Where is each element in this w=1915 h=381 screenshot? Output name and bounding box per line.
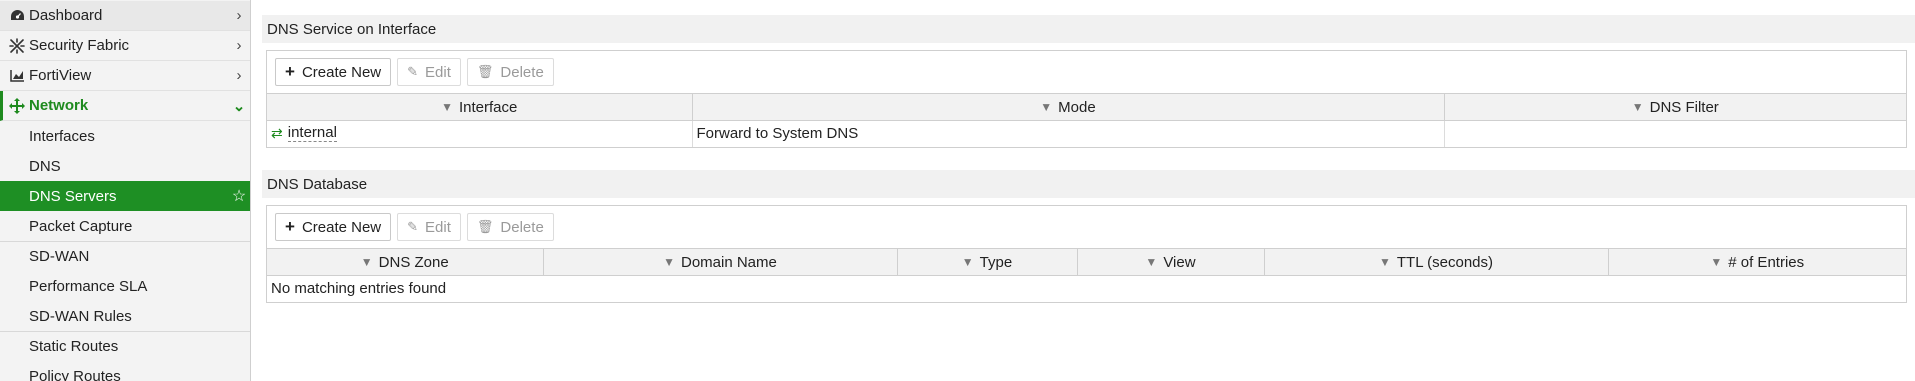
dns-service-toolbar: + Create New ✎ Edit 🗑 Delete (267, 51, 1906, 93)
chart-icon (8, 67, 26, 85)
interface-cell[interactable]: ⇄ internal (267, 120, 693, 147)
column-header-entries[interactable]: ▼ # of Entries (1608, 248, 1906, 276)
dns-filter-cell (1444, 121, 1906, 147)
edit-button[interactable]: ✎ Edit (397, 213, 461, 241)
column-header-mode[interactable]: ▼ Mode (692, 93, 1445, 121)
filter-icon[interactable]: ▼ (361, 255, 373, 269)
sidebar-item-performance-sla[interactable]: Performance SLA (0, 271, 250, 301)
table-row[interactable]: ⇄ internal Forward to System DNS (267, 120, 1906, 147)
sidebar-item-interfaces[interactable]: Interfaces (0, 121, 250, 151)
plus-icon: + (285, 62, 295, 81)
create-new-button[interactable]: + Create New (275, 58, 392, 86)
chevron-right-icon: › (236, 7, 242, 24)
dns-database-toolbar: + Create New ✎ Edit 🗑 Delete (267, 206, 1906, 248)
column-header-type[interactable]: ▼ Type (897, 248, 1078, 276)
filter-icon[interactable]: ▼ (1632, 100, 1644, 114)
delete-button[interactable]: 🗑 Delete (466, 58, 554, 86)
chevron-down-icon: ⌄ (232, 97, 246, 115)
chevron-right-icon: › (236, 37, 242, 54)
column-header-dns-filter[interactable]: ▼ DNS Filter (1444, 93, 1906, 121)
column-header-ttl[interactable]: ▼ TTL (seconds) (1264, 248, 1609, 276)
sidebar-item-dashboard[interactable]: Dashboard › (0, 1, 250, 31)
sidebar-item-network[interactable]: Network ⌄ (0, 91, 250, 121)
column-header-domain-name[interactable]: ▼ Domain Name (543, 248, 898, 276)
sidebar-item-policy-routes[interactable]: Policy Routes (0, 361, 250, 381)
dns-service-panel: + Create New ✎ Edit 🗑 Delete ▼Interface (266, 50, 1907, 148)
sidebar: Dashboard › Security Fabric › FortiView … (0, 0, 251, 381)
filter-icon[interactable]: ▼ (962, 255, 974, 269)
dns-service-table: ▼ Interface ▼ Mode ▼ DNS Filter ⇄ internal (267, 93, 1906, 147)
chevron-right-icon: › (236, 67, 242, 84)
column-header-interface[interactable]: ▼ Interface (267, 93, 693, 121)
sidebar-item-sd-wan-rules[interactable]: SD-WAN Rules (0, 301, 250, 331)
trash-icon: 🗑 (476, 219, 494, 234)
plus-icon: + (285, 217, 295, 236)
edit-button[interactable]: ✎ Edit (397, 58, 461, 86)
mode-cell: Forward to System DNS (692, 120, 1445, 147)
network-icon (8, 97, 26, 115)
trash-icon: 🗑 (476, 64, 494, 79)
filter-icon[interactable]: ▼ (1379, 255, 1391, 269)
dns-database-section-title: DNS Database (262, 170, 1915, 198)
filter-icon[interactable]: ▼ (1145, 255, 1157, 269)
dns-database-panel: + Create New ✎ Edit 🗑 Delete ▼DNS Zone (266, 205, 1907, 303)
create-new-button[interactable]: + Create New (275, 213, 392, 241)
filter-icon[interactable]: ▼ (1710, 255, 1722, 269)
sidebar-item-fortiview[interactable]: FortiView › (0, 61, 250, 91)
favorite-star-icon[interactable]: ☆ (228, 186, 250, 206)
sidebar-item-sd-wan[interactable]: SD-WAN (0, 241, 250, 271)
sidebar-item-dns-servers[interactable]: DNS Servers ☆ (0, 181, 250, 211)
sidebar-item-dns[interactable]: DNS (0, 151, 250, 181)
interface-switch-icon: ⇄ (271, 125, 283, 142)
filter-icon[interactable]: ▼ (441, 100, 453, 114)
sidebar-item-packet-capture[interactable]: Packet Capture (0, 211, 250, 241)
pencil-icon: ✎ (407, 64, 419, 79)
security-fabric-icon (8, 37, 26, 55)
empty-state-message: No matching entries found (271, 280, 447, 297)
column-header-view[interactable]: ▼ View (1077, 248, 1265, 276)
delete-button[interactable]: 🗑 Delete (466, 213, 554, 241)
dashboard-icon (8, 7, 26, 25)
dns-service-section-title: DNS Service on Interface (262, 15, 1915, 43)
pencil-icon: ✎ (407, 219, 419, 234)
dns-database-table: ▼ DNS Zone ▼ Domain Name ▼ Type ▼ View ▼ TTL … (267, 248, 1906, 276)
column-header-dns-zone[interactable]: ▼ DNS Zone (267, 248, 544, 276)
sidebar-item-static-routes[interactable]: Static Routes (0, 331, 250, 361)
sidebar-item-security-fabric[interactable]: Security Fabric › (0, 31, 250, 61)
filter-icon[interactable]: ▼ (1040, 100, 1052, 114)
filter-icon[interactable]: ▼ (663, 255, 675, 269)
main-content: DNS Service on Interface + Create New ✎ … (251, 0, 1915, 381)
